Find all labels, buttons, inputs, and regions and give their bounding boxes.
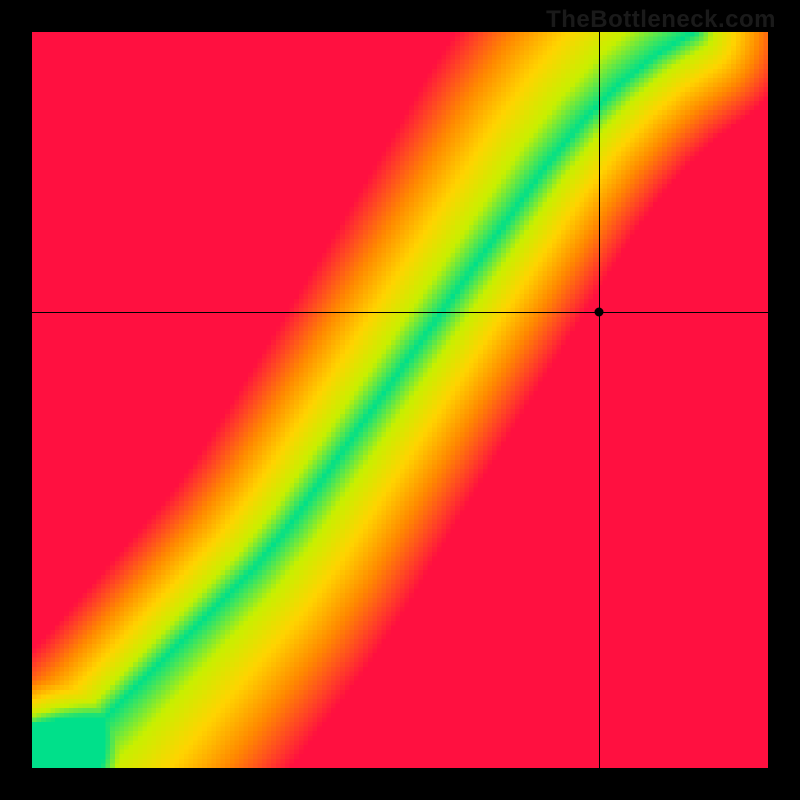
crosshair-vertical — [599, 32, 600, 768]
crosshair-horizontal — [32, 312, 768, 313]
crosshair-marker — [594, 307, 603, 316]
heatmap-plot — [32, 32, 768, 768]
heatmap-canvas — [32, 32, 768, 768]
watermark-label: TheBottleneck.com — [546, 6, 776, 34]
chart-frame: TheBottleneck.com — [0, 0, 800, 800]
